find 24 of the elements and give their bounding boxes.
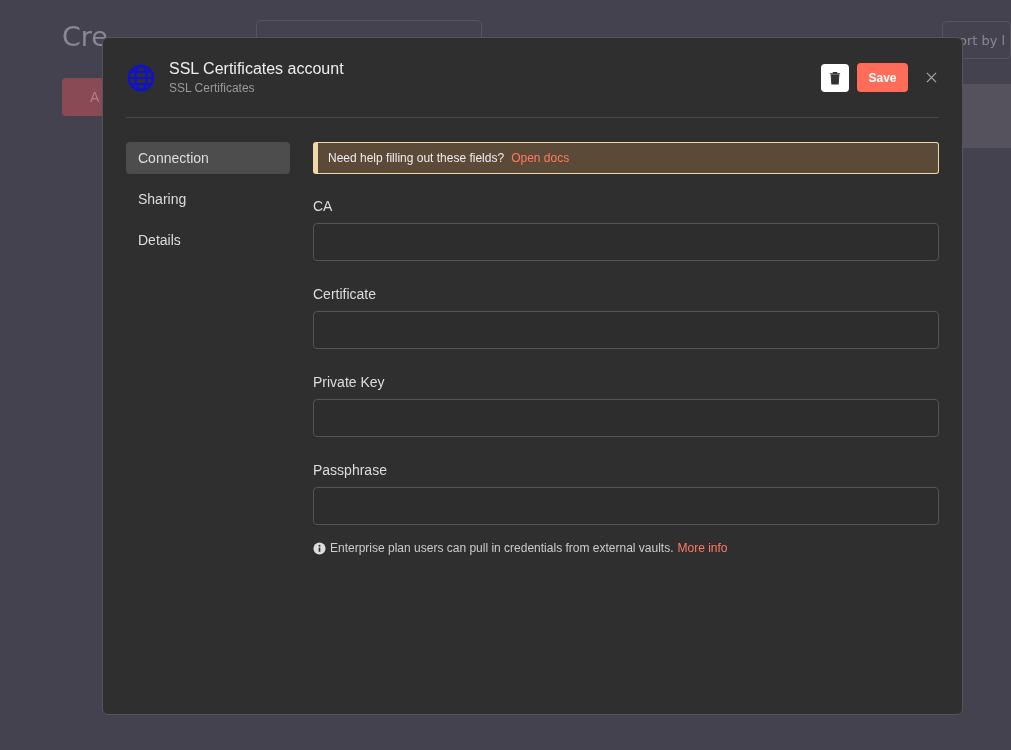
field-label: Passphrase — [313, 462, 388, 478]
delete-button[interactable] — [821, 63, 849, 92]
sidebar-tab[interactable]: Details — [126, 224, 290, 256]
info-icon — [313, 541, 326, 555]
field-label: Certificate — [313, 286, 378, 302]
trash-icon — [829, 70, 841, 85]
save-button[interactable]: Save — [857, 63, 908, 92]
dialog-title: SSL Certificates account — [169, 60, 345, 78]
notice-text: Need help filling out these fields? — [328, 151, 505, 165]
field-label: Private Key — [313, 374, 386, 390]
field-label: CA — [313, 198, 334, 214]
sidebar-tab[interactable]: Connection — [126, 142, 290, 174]
more-info-link[interactable]: More info — [677, 541, 728, 555]
input-field[interactable] — [313, 223, 939, 261]
input-field[interactable] — [313, 311, 939, 349]
page-heading: Cre — [62, 23, 109, 50]
info-text: Enterprise plan users can pull in credentials from external vaults. — [330, 541, 674, 555]
dialog-subtitle: SSL Certificates — [169, 81, 256, 95]
close-icon[interactable] — [926, 72, 937, 83]
open-docs-link[interactable]: Open docs — [511, 151, 570, 165]
input-field[interactable] — [313, 399, 939, 437]
sidebar-tab[interactable]: Sharing — [126, 183, 290, 215]
globe-icon — [126, 62, 156, 93]
input-field[interactable] — [313, 487, 939, 525]
